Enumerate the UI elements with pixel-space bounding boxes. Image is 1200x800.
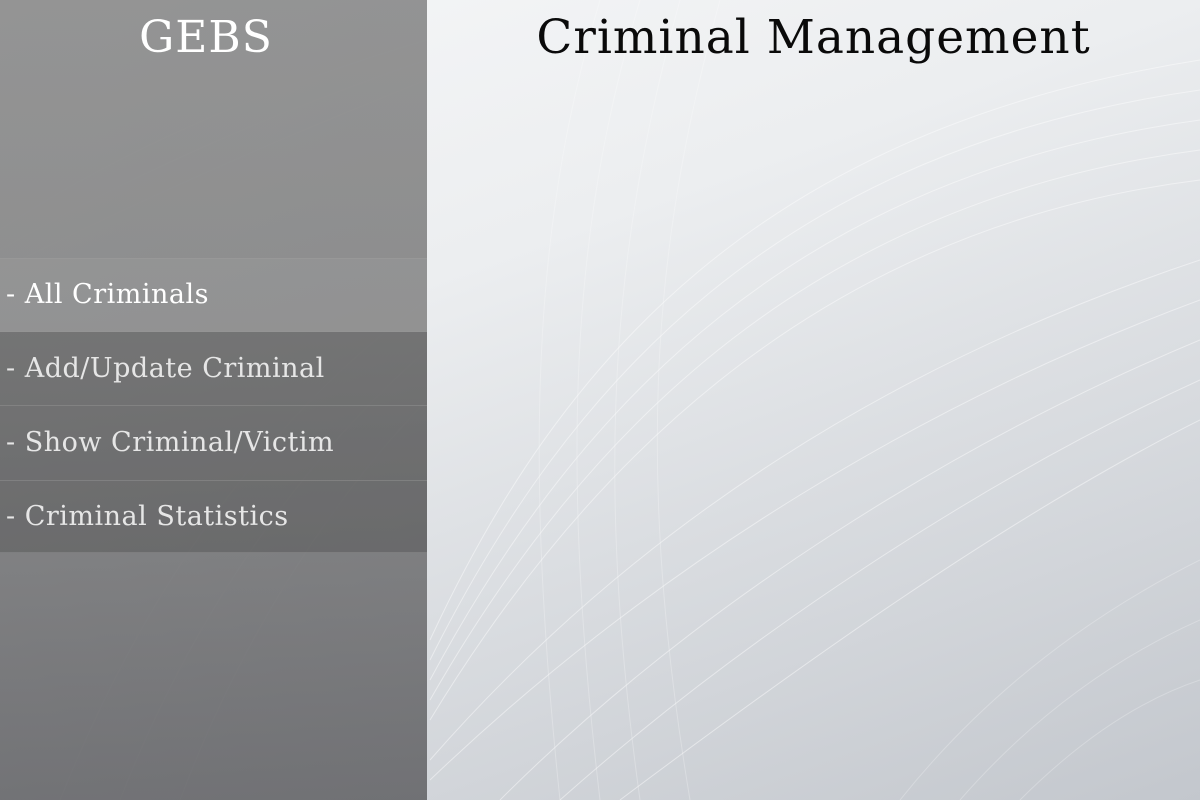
sidebar-item-show-criminal-victim[interactable]: - Show Criminal/Victim (0, 406, 427, 481)
sidebar-item-criminal-statistics[interactable]: - Criminal Statistics (0, 481, 427, 553)
sidebar-menu: - All Criminals - Add/Update Criminal - … (0, 258, 427, 553)
brand-logo-text: GEBS (139, 12, 273, 63)
sidebar: GEBS - All Criminals - Add/Update Crimin… (0, 0, 427, 800)
sidebar-item-all-criminals[interactable]: - All Criminals (0, 259, 427, 332)
sidebar-item-add-update-criminal[interactable]: - Add/Update Criminal (0, 332, 427, 406)
page-title: Criminal Management (536, 10, 1091, 65)
